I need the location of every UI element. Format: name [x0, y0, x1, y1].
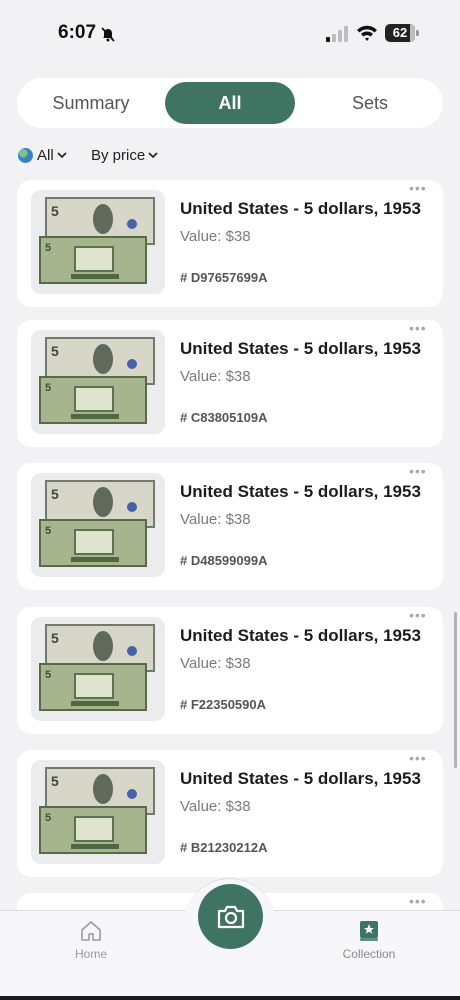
banknote-thumbnail: 5 5 — [31, 190, 165, 294]
more-options-icon[interactable]: ••• — [409, 320, 427, 336]
tab-collection[interactable]: Collection — [333, 919, 405, 961]
list-item[interactable]: 5 5 United States - 5 dollars, 1953 Valu… — [17, 180, 443, 307]
banknote-thumbnail: 5 5 — [31, 617, 165, 721]
collection-book-icon — [360, 921, 378, 941]
home-icon — [81, 921, 101, 941]
item-serial: # D97657699A — [180, 270, 268, 285]
region-filter-label: All — [37, 146, 54, 164]
status-time: 6:07 — [58, 22, 97, 43]
item-title: United States - 5 dollars, 1953 — [180, 199, 421, 218]
segment-sets[interactable]: Sets — [302, 82, 438, 124]
item-value: Value: $38 — [180, 798, 251, 815]
banknote-thumbnail: 5 5 — [31, 760, 165, 864]
tab-home-label: Home — [74, 947, 107, 961]
more-options-icon[interactable]: ••• — [409, 180, 427, 196]
chevron-down-icon — [57, 152, 67, 159]
more-options-icon[interactable]: ••• — [409, 463, 427, 479]
globe-icon — [18, 147, 33, 163]
segment-all[interactable]: All — [165, 82, 295, 124]
tab-home[interactable]: Home — [64, 919, 118, 961]
item-title: United States - 5 dollars, 1953 — [180, 339, 421, 358]
cellular-signal-icon — [326, 26, 348, 42]
item-title: United States - 5 dollars, 1953 — [180, 769, 421, 788]
camera-icon — [217, 905, 244, 928]
home-indicator — [0, 996, 460, 1000]
item-title: United States - 5 dollars, 1953 — [180, 626, 421, 645]
list-item[interactable]: 5 5 United States - 5 dollars, 1953 Valu… — [17, 320, 443, 447]
item-serial: # B21230212A — [180, 840, 268, 855]
list-item[interactable]: 5 5 United States - 5 dollars, 1953 Valu… — [17, 607, 443, 734]
item-serial: # D48599099A — [180, 553, 268, 568]
more-options-icon[interactable]: ••• — [409, 607, 427, 623]
item-value: Value: $38 — [180, 228, 251, 245]
item-serial: # F22350590A — [180, 697, 267, 712]
item-title: United States - 5 dollars, 1953 — [180, 482, 421, 501]
banknote-thumbnail: 5 5 — [31, 473, 165, 577]
banknote-list: 5 5 United States - 5 dollars, 1953 Valu… — [0, 180, 460, 910]
bell-off-icon — [101, 27, 115, 42]
item-value: Value: $38 — [180, 368, 251, 385]
scrollbar[interactable] — [454, 612, 457, 768]
sort-label: By price — [91, 146, 146, 164]
battery-level: 62 — [392, 25, 408, 40]
chevron-down-icon — [148, 152, 158, 159]
more-options-icon[interactable]: ••• — [409, 750, 427, 766]
item-serial: # C83805109A — [180, 410, 268, 425]
sort-button[interactable]: By price — [91, 142, 181, 168]
segment-summary[interactable]: Summary — [22, 82, 160, 124]
tab-collection-label: Collection — [342, 947, 396, 961]
list-item[interactable]: 5 5 United States - 5 dollars, 1953 Valu… — [17, 463, 443, 590]
more-options-icon[interactable]: ••• — [409, 893, 427, 909]
status-bar: 6:07 62 — [0, 0, 460, 68]
item-value: Value: $38 — [180, 655, 251, 672]
banknote-thumbnail: 5 5 — [31, 330, 165, 434]
item-value: Value: $38 — [180, 511, 251, 528]
view-segmented-control: Summary All Sets — [17, 78, 443, 128]
list-item[interactable]: 5 5 United States - 5 dollars, 1953 Valu… — [17, 750, 443, 877]
wifi-icon — [357, 25, 377, 41]
camera-scan-button[interactable] — [198, 884, 263, 949]
battery-icon: 62 — [385, 24, 419, 42]
region-filter-button[interactable]: All — [18, 142, 78, 168]
